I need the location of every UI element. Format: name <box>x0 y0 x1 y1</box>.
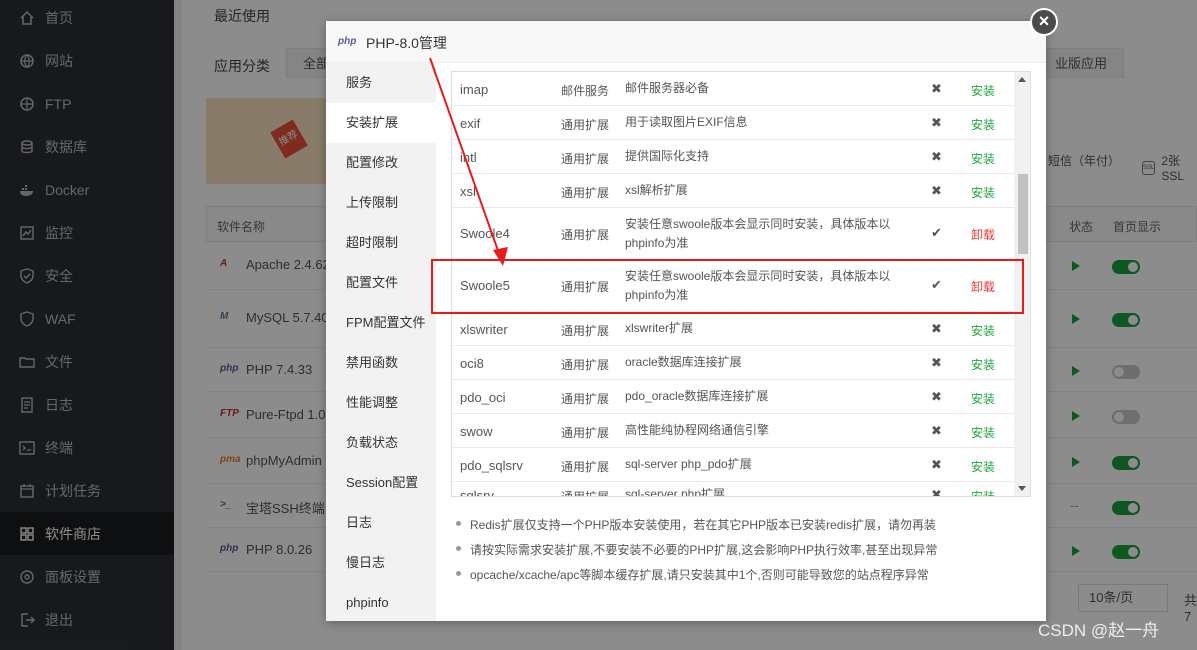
watermark: CSDN @赵一舟 <box>1038 621 1160 640</box>
annotation-arrow-icon <box>429 57 508 266</box>
